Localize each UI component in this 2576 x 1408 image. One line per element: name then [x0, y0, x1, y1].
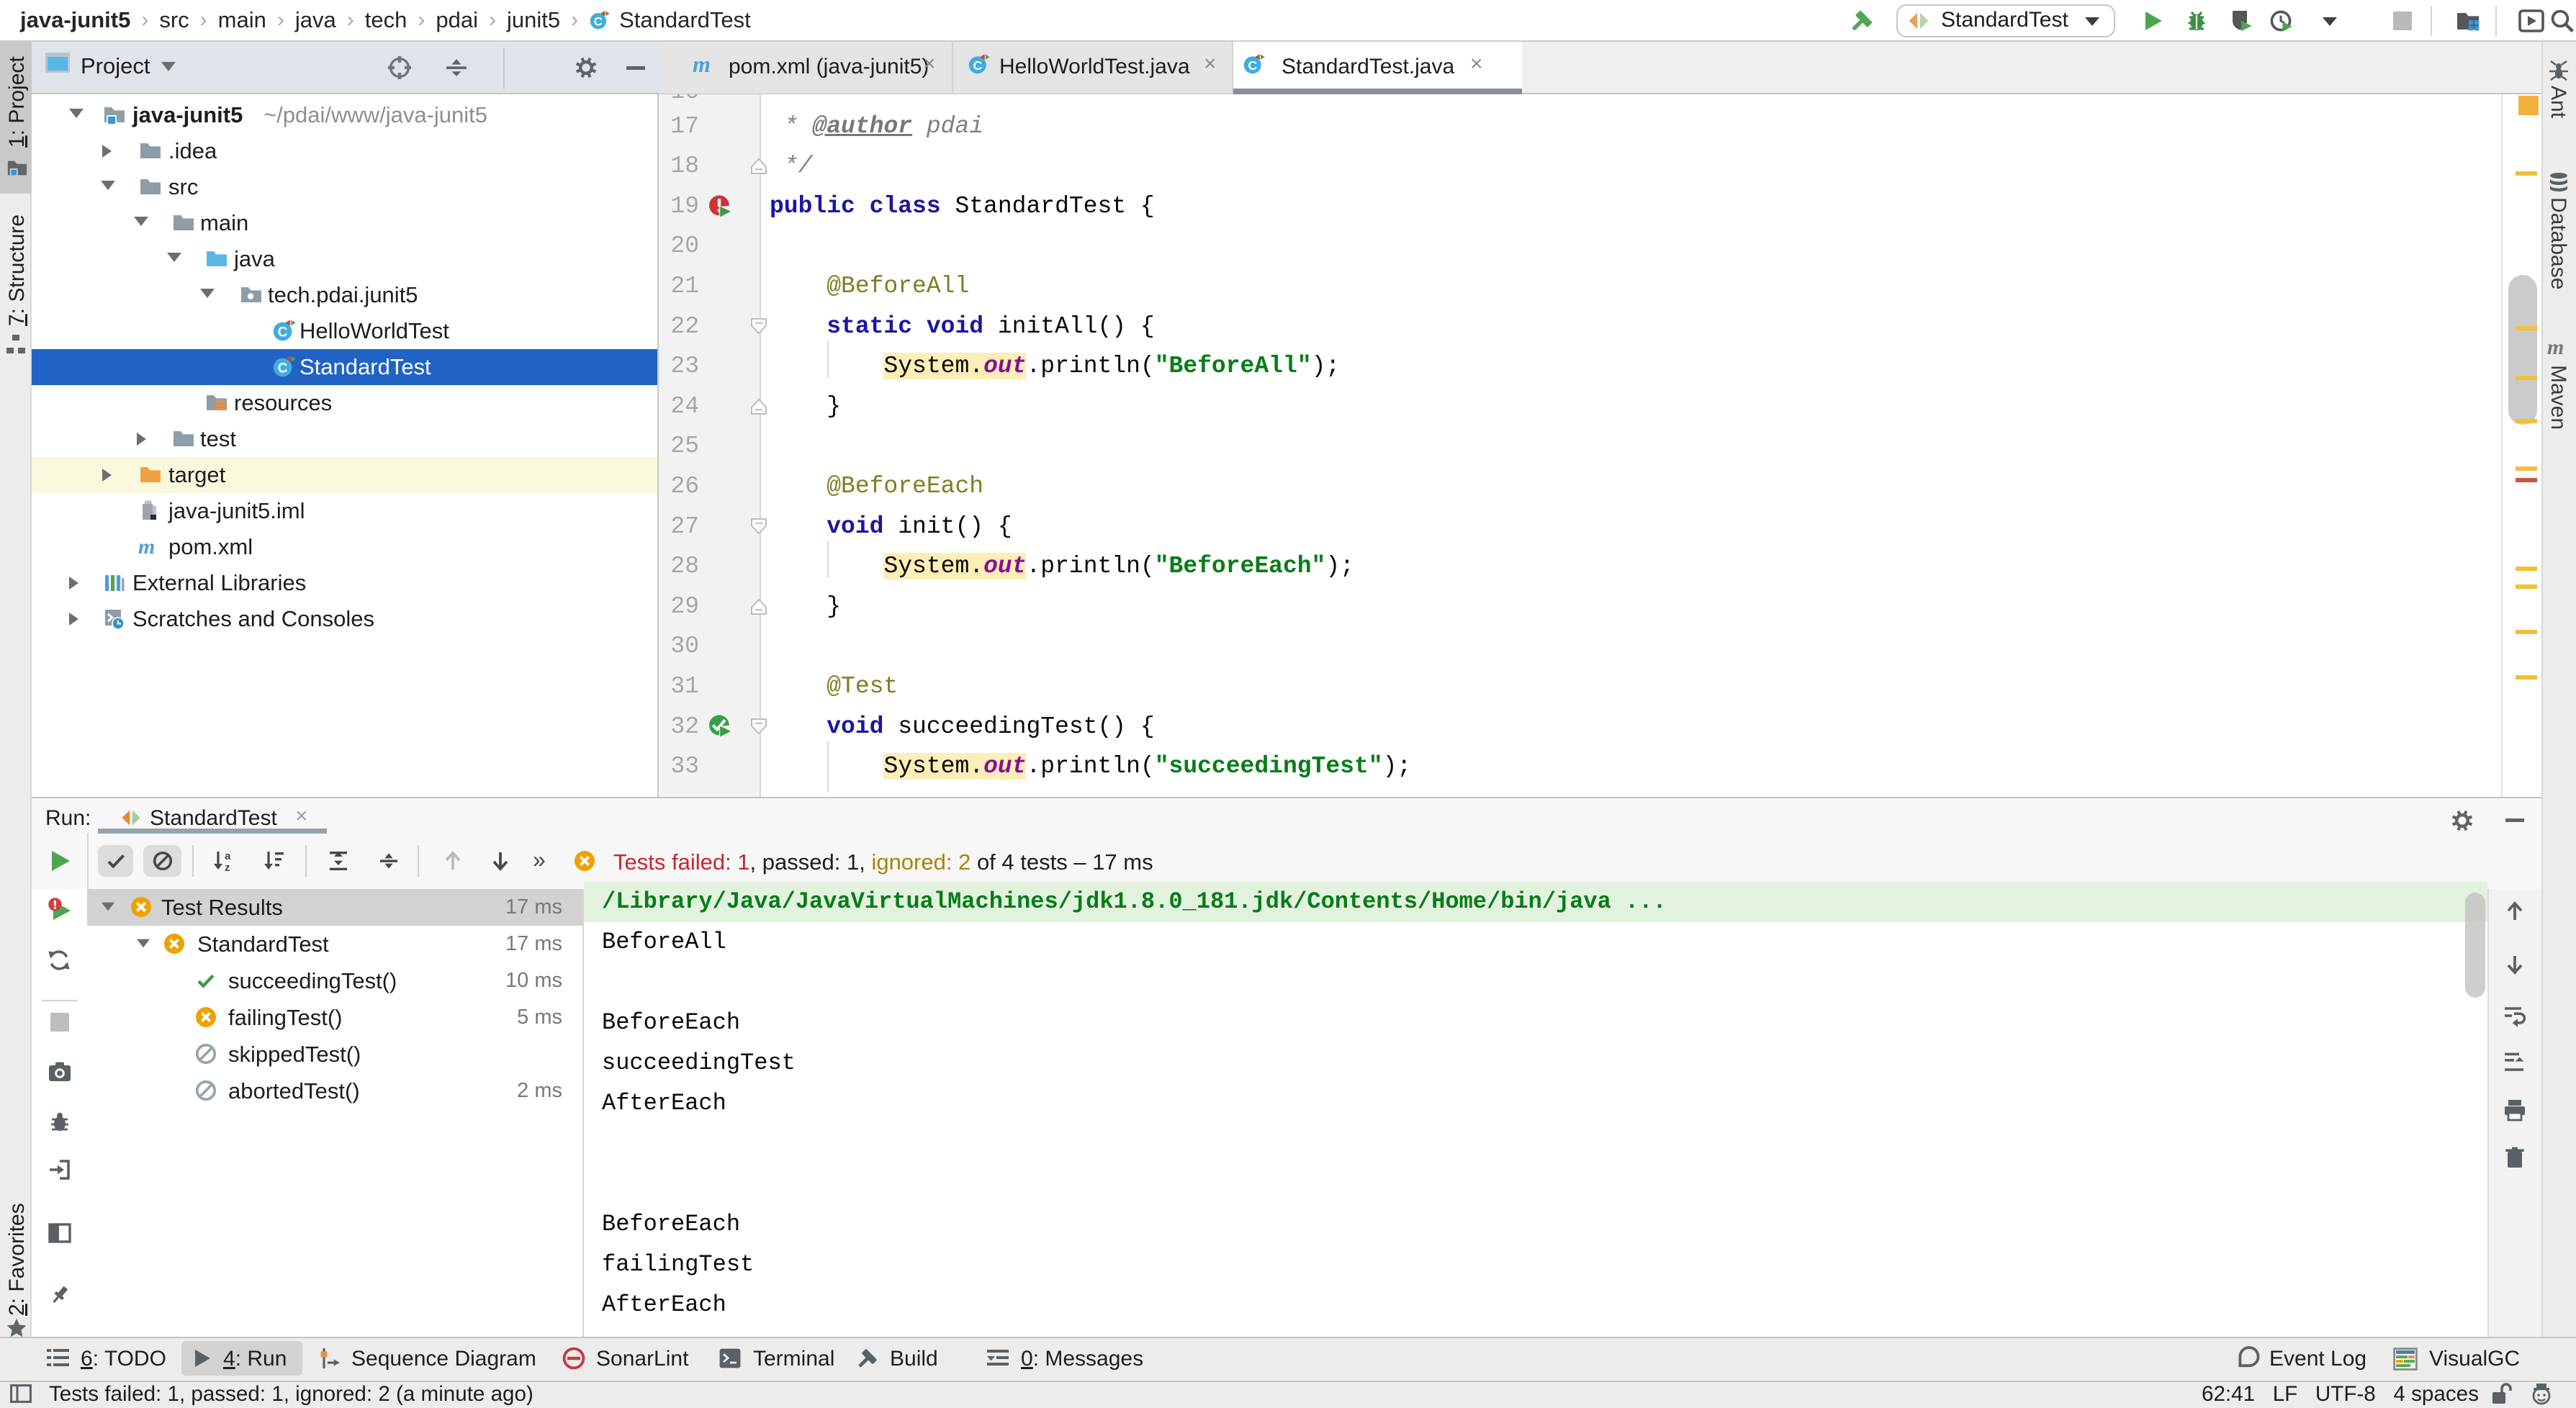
svg-text:C: C	[594, 15, 603, 29]
svg-text:z: z	[225, 862, 230, 874]
svg-text:m: m	[138, 535, 155, 559]
svg-text:C: C	[278, 325, 288, 340]
svg-text:C: C	[278, 361, 288, 376]
svg-text:m: m	[2547, 335, 2564, 359]
svg-text:a: a	[225, 850, 231, 862]
svg-text:C: C	[1248, 58, 1257, 73]
svg-text:C: C	[973, 58, 982, 73]
svg-text:m: m	[693, 51, 711, 77]
